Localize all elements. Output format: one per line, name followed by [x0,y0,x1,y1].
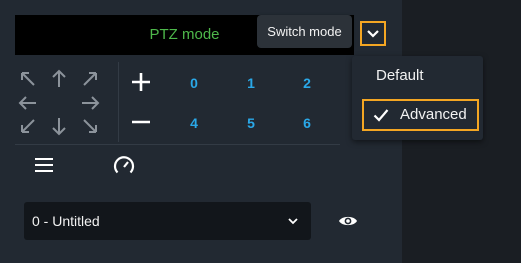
minus-icon[interactable] [130,111,152,133]
preset-button[interactable]: 5 [236,115,266,131]
direction-pad [17,68,101,136]
menu-item-advanced-label: Advanced [400,106,467,123]
arrow-down-right-icon[interactable] [79,115,101,137]
gauge-icon[interactable] [112,154,136,178]
tour-select[interactable]: 0 - Untitled [24,202,311,240]
preset-button[interactable]: 6 [292,115,322,131]
hamburger-menu-icon[interactable] [33,154,55,176]
chevron-down-icon [288,218,298,225]
menu-item-advanced[interactable]: Advanced [362,99,479,131]
preset-button[interactable]: 2 [292,75,322,91]
plus-icon[interactable] [130,71,152,93]
arrow-up-right-icon[interactable] [79,68,101,90]
preset-button[interactable]: 4 [179,115,209,131]
divider [118,62,119,142]
switch-mode-button[interactable] [360,21,386,46]
chevron-down-icon [367,29,379,38]
arrow-down-left-icon[interactable] [17,115,39,137]
arrow-right-icon[interactable] [79,92,101,114]
arrow-up-left-icon[interactable] [17,68,39,90]
arrow-left-icon[interactable] [17,92,39,114]
arrow-up-icon[interactable] [48,68,70,90]
arrow-down-icon[interactable] [48,115,70,137]
menu-item-default[interactable]: Default [352,58,483,94]
preset-button[interactable]: 0 [179,75,209,91]
switch-mode-tooltip: Switch mode [257,15,352,48]
eye-icon[interactable] [337,210,359,232]
divider [15,144,340,145]
preset-button[interactable]: 1 [236,75,266,91]
tour-select-value: 0 - Untitled [32,213,100,229]
mode-menu: Default Advanced [352,56,483,140]
check-icon [373,109,389,122]
